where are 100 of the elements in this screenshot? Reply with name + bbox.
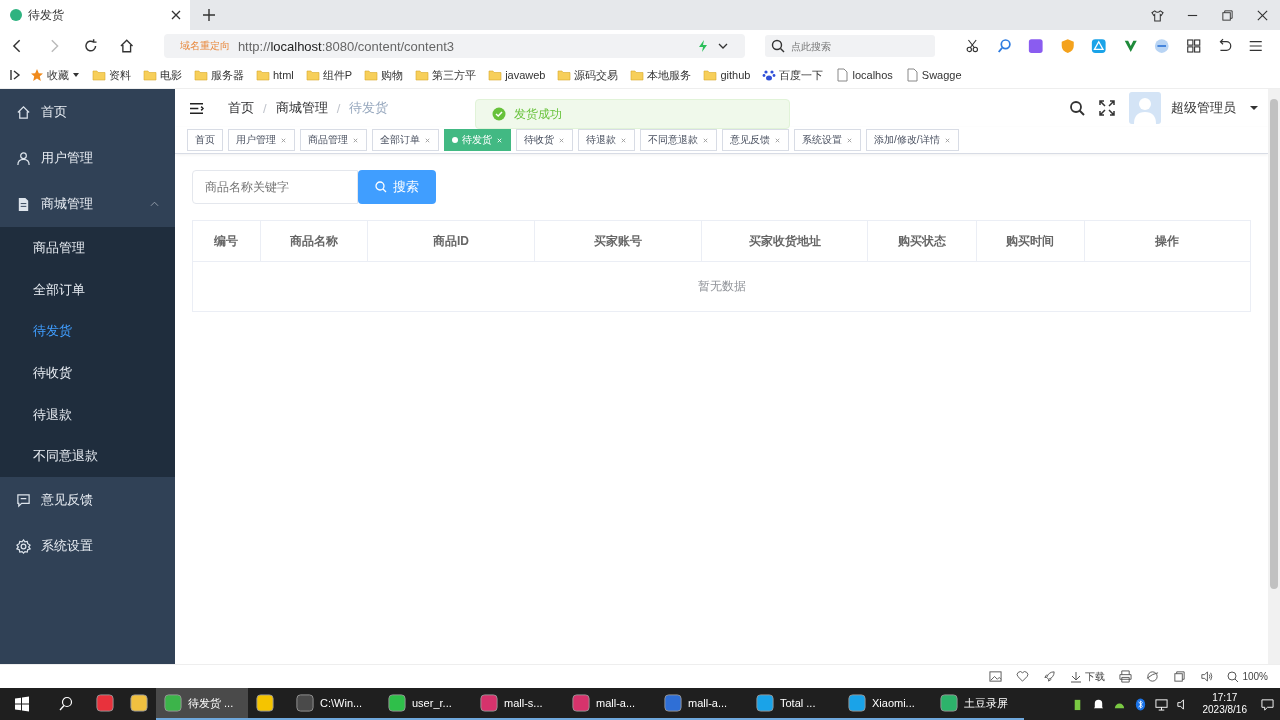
browser-icon[interactable] <box>1146 670 1160 683</box>
magnifier-icon[interactable] <box>996 38 1013 54</box>
submenu-item[interactable]: 待收货 <box>0 352 175 394</box>
sidebar-item[interactable]: 用户管理 <box>0 135 175 181</box>
chat-icon <box>16 492 31 508</box>
tag-tab[interactable]: 添加/修改/详情 <box>866 129 959 151</box>
tag-tab[interactable]: 商品管理 <box>300 129 367 151</box>
home-icon <box>16 104 31 120</box>
search-icon[interactable] <box>58 696 74 712</box>
submenu-item[interactable]: 商品管理 <box>0 227 175 269</box>
clock[interactable]: 17:17 2023/8/16 <box>1202 692 1247 716</box>
caret-icon[interactable] <box>1250 104 1258 112</box>
chevron-icon[interactable] <box>150 201 159 207</box>
taskbar-app[interactable]: 土豆录屏 <box>932 688 1024 720</box>
restore-icon[interactable] <box>1221 8 1234 22</box>
taskbar-app[interactable]: Total ... <box>748 688 840 720</box>
windows-start-icon[interactable] <box>14 696 30 712</box>
bookmark[interactable]: 服务器 <box>211 67 244 83</box>
taskbar-app[interactable]: C:\Win... <box>288 688 380 720</box>
reload-icon[interactable] <box>82 38 99 54</box>
taskbar-app[interactable]: Xiaomi... <box>840 688 932 720</box>
rocket-icon[interactable] <box>1043 670 1057 683</box>
tag-tab[interactable]: 全部订单 <box>372 129 439 151</box>
bookmark[interactable]: 电影 <box>160 67 182 83</box>
submenu-item[interactable]: 不同意退款 <box>0 435 175 478</box>
bookmark[interactable]: 源码交易 <box>574 67 619 83</box>
tag-tab[interactable]: 待收货 <box>516 129 573 151</box>
printer-icon[interactable] <box>1119 670 1133 683</box>
sidebar-toggle-icon[interactable] <box>10 69 22 81</box>
column-header: 操作 <box>1154 232 1181 250</box>
bookmark[interactable]: 百度一下 <box>779 67 824 83</box>
tag-tab[interactable]: 待退款 <box>578 129 635 151</box>
bookmark[interactable]: localhos <box>852 69 893 81</box>
address-field[interactable]: 域名重定向 http://localhost:8080/content/content3 <box>163 34 746 58</box>
minus-circle-icon[interactable] <box>1154 38 1170 54</box>
bookmark[interactable]: github <box>720 69 751 81</box>
bluetooth-icon[interactable] <box>1133 697 1147 711</box>
sidebar-item[interactable]: 商城管理 <box>0 181 175 227</box>
download-icon <box>1070 670 1083 683</box>
search-icon <box>771 39 786 53</box>
window-icon[interactable] <box>1173 670 1187 683</box>
column-header: 买家账号 <box>535 221 703 261</box>
taskbar-app[interactable]: mall-a... <box>564 688 656 720</box>
bookmark[interactable]: html <box>273 69 294 81</box>
menu-icon[interactable] <box>189 101 204 115</box>
tag-tab[interactable]: 用户管理 <box>228 129 295 151</box>
submenu-item[interactable]: 待退款 <box>0 393 175 436</box>
tag-tab[interactable]: 系统设置 <box>794 129 861 151</box>
close-icon[interactable] <box>170 9 182 21</box>
bookmark[interactable]: 资料 <box>109 67 131 83</box>
column-header: 商品名称 <box>260 221 368 261</box>
close-icon[interactable] <box>1256 8 1269 22</box>
network-icon[interactable] <box>1154 697 1168 711</box>
submenu-item[interactable]: 待发货 <box>0 310 175 353</box>
sidebar-item[interactable]: 意见反馈 <box>0 477 175 524</box>
browser-tab[interactable]: 待发货 <box>0 0 190 30</box>
bookmark[interactable]: 收藏 <box>47 67 69 83</box>
breadcrumb-item[interactable]: 商城管理 <box>275 99 328 117</box>
search-icon[interactable] <box>1069 100 1085 116</box>
taskbar-app[interactable]: 待发货 ... <box>156 688 248 720</box>
tag-tab[interactable]: 意见反馈 <box>722 129 789 151</box>
menu-icon[interactable] <box>1248 38 1264 54</box>
bookmark[interactable]: 第三方平 <box>432 67 477 83</box>
scroll-bar[interactable] <box>1268 89 1280 664</box>
tag-tab[interactable]: 首页 <box>187 129 223 151</box>
triangle-app-icon[interactable] <box>1091 38 1107 54</box>
grid-icon[interactable] <box>1185 38 1201 54</box>
taskbar-app[interactable]: user_r... <box>380 688 472 720</box>
taskbar-app[interactable]: mall-a... <box>656 688 748 720</box>
caret-icon[interactable] <box>72 71 80 79</box>
bookmark[interactable]: 组件P <box>322 67 353 83</box>
toast-message: 发货成功 <box>514 105 562 123</box>
notification-icon[interactable] <box>1261 697 1274 711</box>
sidebar-item[interactable]: 系统设置 <box>0 523 175 570</box>
download-button[interactable]: 下载 <box>1070 669 1106 684</box>
heart-icon[interactable] <box>1016 670 1030 683</box>
search-field[interactable]: 商品名称关键字 <box>192 170 358 204</box>
home-icon[interactable] <box>119 38 135 54</box>
new-tab-icon[interactable] <box>202 8 216 22</box>
user-name[interactable]: 超级管理员 <box>1171 99 1236 117</box>
bookmark[interactable]: 购物 <box>381 67 404 83</box>
bookmark[interactable]: Swagge <box>921 69 962 81</box>
taskbar-app[interactable]: mall-s... <box>472 688 564 720</box>
v-logo-icon[interactable] <box>1122 38 1139 54</box>
shirt-icon[interactable] <box>1151 8 1164 22</box>
image-icon[interactable] <box>989 670 1003 683</box>
fullscreen-icon[interactable] <box>1099 100 1115 116</box>
zoom-level[interactable]: 100% <box>1227 670 1268 683</box>
bookmark[interactable]: 本地服务 <box>647 67 692 83</box>
tag-tab[interactable]: 不同意退款 <box>640 129 717 151</box>
sidebar-item[interactable]: 首页 <box>0 89 175 135</box>
breadcrumb-item[interactable]: 首页 <box>228 99 254 117</box>
scissors-icon[interactable] <box>965 38 981 54</box>
search-field[interactable]: 点此搜索 <box>765 35 936 57</box>
column-header: 商品ID <box>368 221 536 261</box>
document-icon <box>16 196 31 212</box>
date: 2023/8/16 <box>1202 704 1247 716</box>
bookmark[interactable]: javaweb <box>505 69 546 81</box>
undo-icon[interactable] <box>1217 38 1233 54</box>
submenu-item[interactable]: 全部订单 <box>0 268 175 311</box>
